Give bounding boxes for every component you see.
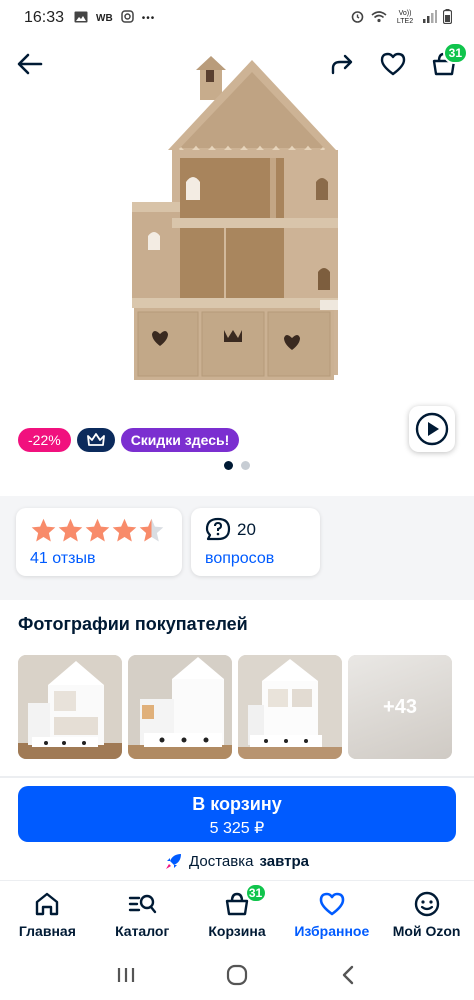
customer-photo[interactable] — [18, 655, 122, 759]
gallery-dots — [0, 461, 474, 470]
play-video-button[interactable] — [409, 406, 455, 452]
tab-label: Каталог — [115, 923, 170, 939]
star-icon — [31, 518, 56, 542]
gallery-dot[interactable] — [224, 461, 233, 470]
product-gallery[interactable]: -22% Скидки здесь! — [0, 40, 474, 480]
play-icon — [415, 412, 449, 446]
price-label: 5 325 ₽ — [209, 820, 265, 837]
customer-photos-title: Фотографии покупателей — [18, 614, 248, 634]
crown-icon — [86, 433, 105, 446]
recent-apps-button[interactable] — [106, 955, 146, 995]
tab-my-ozon[interactable]: Мой Ozon — [379, 881, 474, 946]
tab-label: Избранное — [294, 923, 370, 939]
delivery-when: завтра — [259, 852, 309, 870]
questions-card[interactable]: 20 вопросов — [191, 508, 320, 576]
home-circle-icon — [226, 964, 248, 986]
more-photos-count: +43 — [383, 695, 417, 718]
tab-cart[interactable]: 31 Корзина — [190, 881, 285, 946]
rocket-icon — [166, 854, 182, 869]
more-dots-icon: ••• — [141, 12, 156, 24]
tab-cart-badge: 31 — [244, 883, 267, 903]
tab-label: Мой Ozon — [392, 923, 461, 939]
star-icon — [112, 518, 137, 542]
tab-label: Корзина — [208, 923, 266, 939]
status-time: 16:33 — [24, 9, 65, 26]
customer-photo[interactable] — [128, 655, 232, 759]
gallery-dot[interactable] — [241, 461, 250, 470]
more-photos-tile[interactable]: +43 — [348, 655, 452, 759]
reviews-count-link[interactable]: 41 отзыв — [30, 550, 168, 568]
status-left-icons: WB ••• — [74, 10, 155, 26]
sale-badge[interactable]: Скидки здесь! — [120, 428, 240, 452]
rating-stars — [30, 516, 168, 544]
status-right-icons: Vo)) LTE2 — [350, 9, 453, 27]
share-button[interactable] — [326, 48, 358, 80]
instagram-icon — [120, 10, 134, 26]
promo-badges: -22% Скидки здесь! — [18, 428, 240, 452]
customer-photo[interactable] — [238, 655, 342, 759]
premium-badge[interactable] — [76, 428, 115, 452]
heart-icon — [319, 892, 345, 916]
cart-button[interactable]: 31 — [428, 42, 468, 80]
product-header: 31 — [0, 40, 474, 88]
favorite-button[interactable] — [377, 48, 409, 80]
delivery-info: Доставка завтра — [0, 852, 474, 870]
recent-apps-icon — [117, 968, 134, 982]
customer-photos-list: +43 — [18, 655, 452, 759]
back-nav-button[interactable] — [328, 955, 368, 995]
signal-icon — [423, 10, 437, 26]
tab-favorites[interactable]: Избранное — [284, 881, 379, 946]
rating-card[interactable]: 41 отзыв — [16, 508, 182, 576]
tab-home[interactable]: Главная — [0, 881, 95, 946]
arrow-left-icon — [17, 53, 43, 75]
delivery-label: Доставка — [189, 852, 254, 870]
image-icon — [74, 11, 88, 26]
rating-section: 41 отзыв 20 вопросов — [0, 496, 474, 600]
android-navigation-bar — [0, 950, 474, 1000]
home-nav-button[interactable] — [217, 955, 257, 995]
catalog-search-icon — [128, 894, 157, 914]
smile-icon — [414, 891, 439, 917]
add-to-cart-label: В корзину — [192, 794, 282, 814]
tab-catalog[interactable]: Каталог — [95, 881, 190, 946]
questions-count: 20 — [237, 520, 256, 539]
product-image-dollhouse[interactable] — [120, 50, 360, 395]
back-button[interactable] — [14, 48, 46, 80]
lte-icon: Vo)) LTE2 — [396, 10, 414, 25]
status-bar: 16:33 WB ••• Vo)) LTE2 — [0, 0, 474, 36]
home-icon — [36, 892, 59, 916]
question-bubble-icon — [205, 517, 231, 541]
heart-outline-icon — [380, 52, 406, 76]
wifi-icon — [371, 10, 387, 26]
battery-icon — [442, 9, 453, 27]
bottom-tab-bar: Главная Каталог 31 Корзина Избранное Мой… — [0, 880, 474, 946]
star-icon — [85, 518, 110, 542]
cart-count-badge: 31 — [442, 42, 468, 64]
wb-icon: WB — [96, 12, 113, 24]
divider — [0, 776, 474, 778]
discount-badge: -22% — [18, 428, 71, 452]
share-icon — [331, 54, 353, 75]
questions-link[interactable]: вопросов — [205, 550, 306, 568]
star-icon — [58, 518, 83, 542]
star-icon — [139, 518, 164, 542]
tab-label: Главная — [18, 923, 76, 939]
alarm-icon — [350, 9, 365, 27]
chevron-left-icon — [343, 965, 354, 985]
add-to-cart-button[interactable]: В корзину 5 325 ₽ — [18, 786, 456, 842]
